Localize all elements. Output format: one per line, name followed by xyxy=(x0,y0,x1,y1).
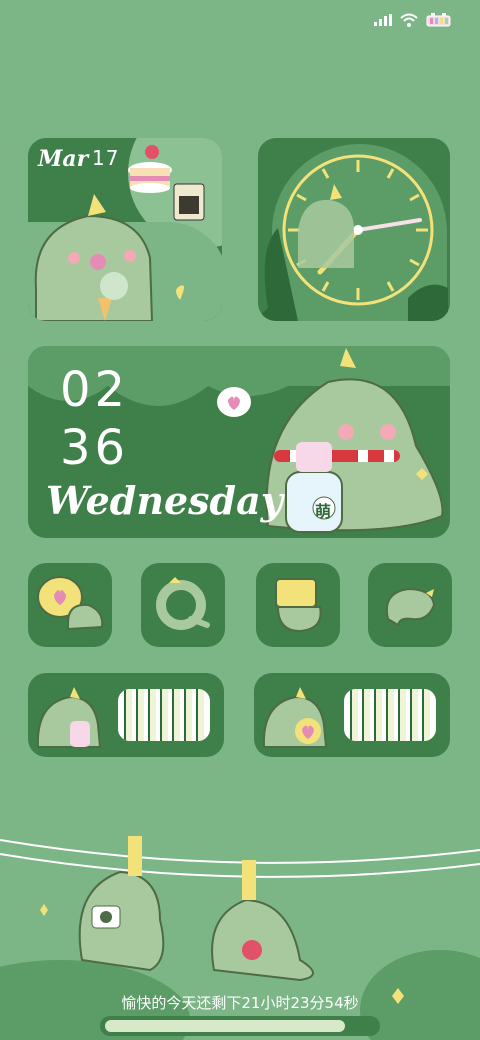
date-widget[interactable]: Mar 17 xyxy=(28,138,222,321)
dino-holding-heart-icon xyxy=(262,687,328,748)
barcode-strip xyxy=(118,689,210,741)
ring-dino-icon xyxy=(156,577,210,630)
app-icon-4[interactable] xyxy=(368,563,452,647)
box-dino-icon xyxy=(275,578,322,633)
analog-clock xyxy=(258,154,448,321)
weekday-label: Wednesday xyxy=(46,478,283,523)
clock-widget[interactable] xyxy=(258,138,450,321)
clock-hour: 02 xyxy=(60,362,130,418)
day-progress-bar xyxy=(100,1016,380,1036)
signal-icon xyxy=(374,14,392,26)
tail-dino-icon xyxy=(386,587,436,627)
battery-icon xyxy=(426,13,451,27)
day-countdown-text: 愉快的今天还剩下21小时23分54秒 xyxy=(121,994,359,1012)
clock-minute: 36 xyxy=(60,420,130,476)
app-icon-1[interactable] xyxy=(28,563,112,647)
barcode-strip xyxy=(344,689,436,741)
bar-widget-1[interactable] xyxy=(28,673,224,757)
bar-widget-2[interactable] xyxy=(254,673,450,757)
wifi-icon xyxy=(400,13,418,27)
sticker-label: 萌 xyxy=(315,502,332,521)
app-icon-2[interactable] xyxy=(141,563,225,647)
status-bar xyxy=(374,10,452,30)
dino-icecream-illustration xyxy=(34,145,205,321)
app-icon-3[interactable] xyxy=(256,563,340,647)
heart-bubble-dino-icon xyxy=(37,576,104,631)
day-progress-fill xyxy=(105,1020,346,1032)
dino-holding-bottle-icon xyxy=(36,687,102,748)
